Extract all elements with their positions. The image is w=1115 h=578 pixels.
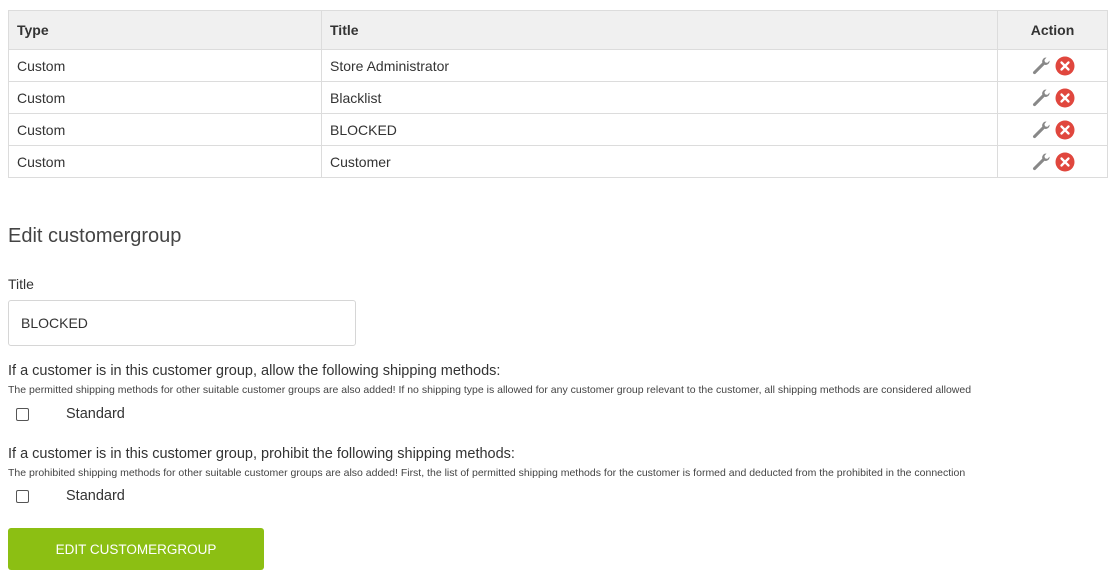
allow-standard-label[interactable]: Standard [66, 406, 125, 422]
column-header-type: Type [8, 10, 322, 50]
cell-type: Custom [8, 49, 322, 82]
table-row: Custom Customer [8, 145, 1108, 178]
column-header-title: Title [321, 10, 998, 50]
page-content: Type Title Action Custom Store Administr… [8, 10, 1108, 570]
cell-type: Custom [8, 81, 322, 114]
wrench-icon[interactable] [1030, 87, 1052, 109]
title-field-label: Title [8, 276, 34, 292]
prohibit-shipping-note: The prohibited shipping methods for othe… [8, 467, 966, 479]
cell-title: BLOCKED [321, 113, 998, 146]
cell-actions [997, 81, 1108, 114]
wrench-icon[interactable] [1030, 119, 1052, 141]
cell-title: Customer [321, 145, 998, 178]
cell-title: Store Administrator [321, 49, 998, 82]
cell-actions [997, 145, 1108, 178]
table-header-row: Type Title Action [8, 10, 1108, 50]
table-row: Custom BLOCKED [8, 113, 1108, 146]
column-header-action: Action [997, 10, 1108, 50]
cell-type: Custom [8, 113, 322, 146]
allow-standard-checkbox[interactable] [16, 407, 29, 421]
delete-icon[interactable] [1054, 151, 1076, 173]
edit-customergroup-button[interactable]: EDIT CUSTOMERGROUP [8, 528, 264, 570]
allow-shipping-question: If a customer is in this customer group,… [8, 363, 501, 379]
prohibit-standard-checkbox[interactable] [16, 489, 29, 503]
table-row: Custom Store Administrator [8, 49, 1108, 82]
wrench-icon[interactable] [1030, 151, 1052, 173]
wrench-icon[interactable] [1030, 55, 1052, 77]
edit-form-heading: Edit customergroup [8, 225, 182, 247]
cell-title: Blacklist [321, 81, 998, 114]
prohibit-shipping-question: If a customer is in this customer group,… [8, 446, 515, 462]
title-input[interactable] [8, 300, 356, 346]
table-row: Custom Blacklist [8, 81, 1108, 114]
prohibit-standard-option[interactable]: Standard [16, 488, 125, 504]
customergroups-table: Type Title Action Custom Store Administr… [8, 10, 1108, 178]
delete-icon[interactable] [1054, 87, 1076, 109]
delete-icon[interactable] [1054, 55, 1076, 77]
prohibit-standard-label[interactable]: Standard [66, 488, 125, 504]
cell-actions [997, 49, 1108, 82]
allow-standard-option[interactable]: Standard [16, 406, 125, 422]
allow-shipping-note: The permitted shipping methods for other… [8, 384, 972, 396]
cell-actions [997, 113, 1108, 146]
delete-icon[interactable] [1054, 119, 1076, 141]
cell-type: Custom [8, 145, 322, 178]
